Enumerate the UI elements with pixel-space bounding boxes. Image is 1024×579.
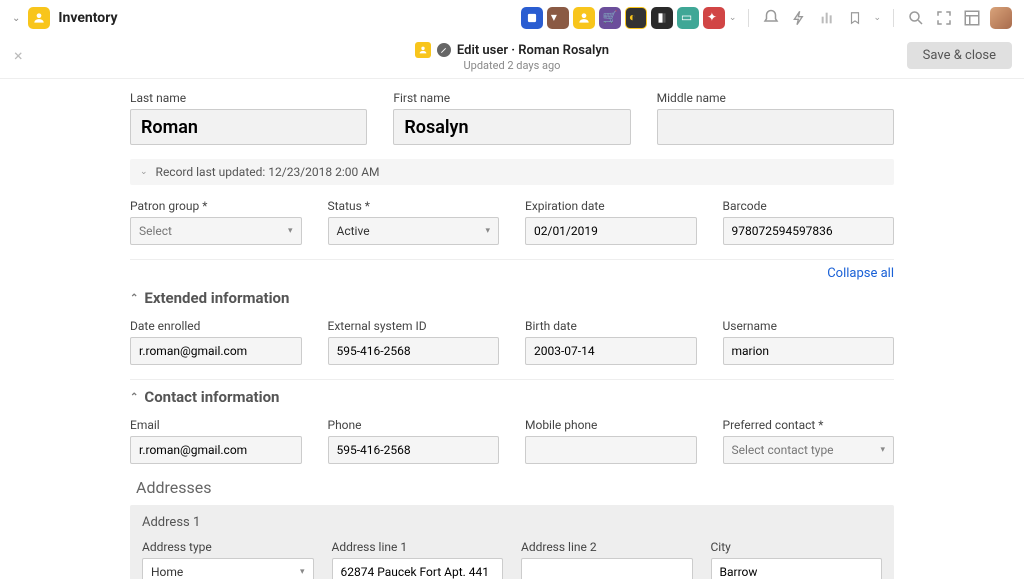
app-switcher-more-icon[interactable]: ⌄ xyxy=(729,13,737,23)
divider xyxy=(748,9,749,27)
chevron-up-icon: ⌃ xyxy=(130,293,138,304)
app-title: Inventory xyxy=(58,10,117,26)
app-icon-5[interactable]: ◐ xyxy=(625,7,647,29)
avatar[interactable] xyxy=(990,7,1012,29)
record-updated-bar[interactable]: ⌄ Record last updated: 12/23/2018 2:00 A… xyxy=(130,159,894,185)
app-icon-1[interactable] xyxy=(521,7,543,29)
date-enrolled-label: Date enrolled xyxy=(130,319,302,333)
user-mini-icon xyxy=(415,42,431,58)
layout-icon[interactable] xyxy=(962,8,982,28)
chevron-down-icon: ▾ xyxy=(288,226,293,236)
patron-group-select[interactable]: Select▾ xyxy=(130,217,302,245)
phone-label: Phone xyxy=(328,418,500,432)
status-select[interactable]: Active▾ xyxy=(328,217,500,245)
address-card: Address 1 Address type Home▾ Address lin… xyxy=(130,505,894,579)
mobile-label: Mobile phone xyxy=(525,418,697,432)
address-type-label: Address type xyxy=(142,540,314,554)
email-input[interactable] xyxy=(130,436,302,464)
page-title: Edit user · Roman Rosalyn xyxy=(457,43,609,58)
status-label: Status * xyxy=(328,199,500,213)
app-icon-2[interactable]: ▾ xyxy=(547,7,569,29)
preferred-contact-label: Preferred contact * xyxy=(723,418,895,432)
record-updated-text: Record last updated: 12/23/2018 2:00 AM xyxy=(156,165,380,179)
middle-name-input[interactable] xyxy=(657,109,894,145)
app-icon-6[interactable] xyxy=(651,7,673,29)
bookmark-more-icon[interactable]: ⌄ xyxy=(873,13,881,23)
lightning-icon[interactable] xyxy=(789,8,809,28)
patron-group-label: Patron group * xyxy=(130,199,302,213)
birth-date-label: Birth date xyxy=(525,319,697,333)
app-icon-7[interactable]: ▭ xyxy=(677,7,699,29)
app-icon-3[interactable] xyxy=(573,7,595,29)
chart-icon[interactable] xyxy=(817,8,837,28)
mobile-input[interactable] xyxy=(525,436,697,464)
close-icon[interactable]: × xyxy=(14,46,23,65)
barcode-input[interactable] xyxy=(723,217,895,245)
address-line1-label: Address line 1 xyxy=(332,540,504,554)
app-icon-8[interactable]: ✦ xyxy=(703,7,725,29)
collapse-all-link[interactable]: Collapse all xyxy=(827,266,894,281)
expiration-label: Expiration date xyxy=(525,199,697,213)
email-label: Email xyxy=(130,418,302,432)
subheader: × Edit user · Roman Rosalyn Updated 2 da… xyxy=(0,36,1024,79)
address-card-title: Address 1 xyxy=(142,515,882,530)
last-name-label: Last name xyxy=(130,91,367,105)
bookmark-icon[interactable] xyxy=(845,8,865,28)
section-extended-header[interactable]: ⌃ Extended information xyxy=(130,289,894,307)
form-content: Last name First name Middle name ⌄ Recor… xyxy=(0,79,1024,579)
divider xyxy=(893,9,894,27)
fullscreen-icon[interactable] xyxy=(934,8,954,28)
username-input[interactable] xyxy=(723,337,895,365)
divider xyxy=(130,259,894,260)
section-contact-header[interactable]: ⌃ Contact information xyxy=(130,388,894,406)
app-icon-4[interactable]: 🛒 xyxy=(599,7,621,29)
birth-date-input[interactable] xyxy=(525,337,697,365)
external-id-label: External system ID xyxy=(328,319,500,333)
date-enrolled-input[interactable] xyxy=(130,337,302,365)
sidebar-toggle-icon[interactable]: ⌄ xyxy=(12,13,20,24)
page-subtitle: Updated 2 days ago xyxy=(0,59,1024,72)
last-name-input[interactable] xyxy=(130,109,367,145)
save-close-button[interactable]: Save & close xyxy=(907,42,1012,69)
phone-input[interactable] xyxy=(328,436,500,464)
expiration-input[interactable] xyxy=(525,217,697,245)
username-label: Username xyxy=(723,319,895,333)
external-id-input[interactable] xyxy=(328,337,500,365)
barcode-label: Barcode xyxy=(723,199,895,213)
app-switcher: ▾ 🛒 ◐ ▭ ✦ ⌄ xyxy=(521,7,737,29)
city-label: City xyxy=(711,540,883,554)
search-icon[interactable] xyxy=(906,8,926,28)
bell-icon[interactable] xyxy=(761,8,781,28)
address-line2-label: Address line 2 xyxy=(521,540,693,554)
topbar: ⌄ Inventory ▾ 🛒 ◐ ▭ ✦ ⌄ ⌄ xyxy=(0,0,1024,36)
first-name-label: First name xyxy=(393,91,630,105)
chevron-down-icon: ▾ xyxy=(880,445,885,455)
chevron-up-icon: ⌃ xyxy=(130,392,138,403)
addresses-heading: Addresses xyxy=(136,478,894,497)
middle-name-label: Middle name xyxy=(657,91,894,105)
chevron-down-icon: ⌄ xyxy=(140,167,148,177)
chevron-down-icon: ▾ xyxy=(485,226,490,236)
first-name-input[interactable] xyxy=(393,109,630,145)
divider xyxy=(130,379,894,380)
edit-mini-icon xyxy=(437,43,451,57)
preferred-contact-select[interactable]: Select contact type▾ xyxy=(723,436,895,464)
app-icon-inventory[interactable] xyxy=(28,7,50,29)
